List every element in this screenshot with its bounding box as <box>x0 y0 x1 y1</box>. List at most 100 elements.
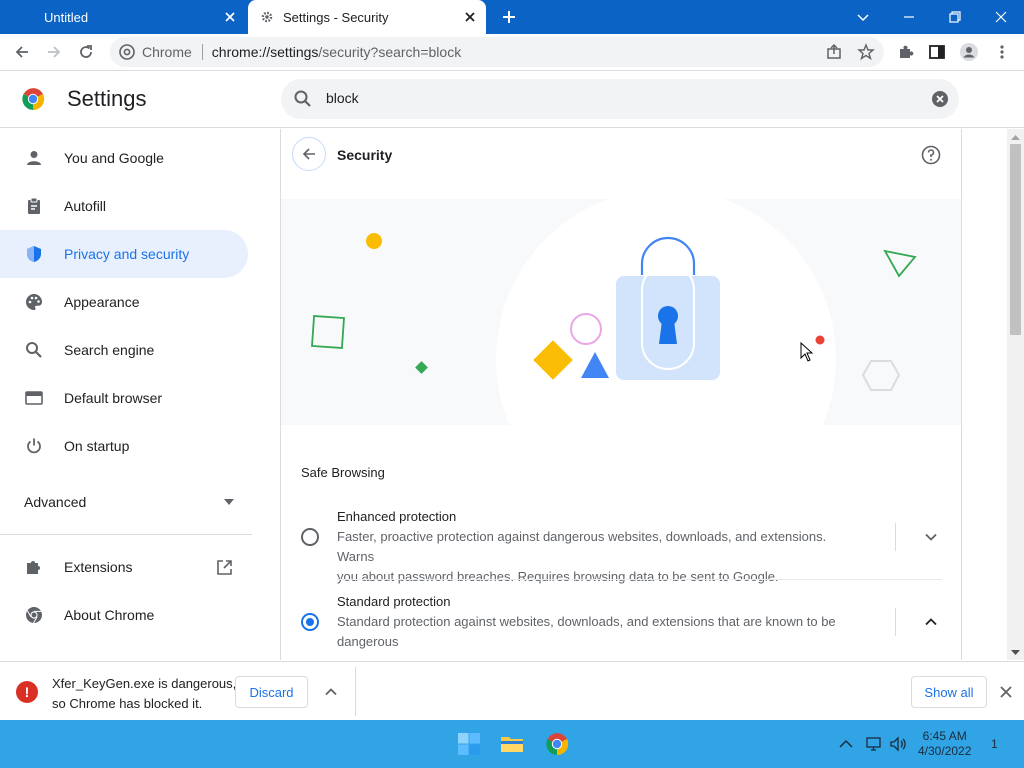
tab-settings-security[interactable]: Settings - Security <box>248 0 486 34</box>
sidebar-item-privacy-and-security[interactable]: Privacy and security <box>0 230 248 278</box>
network-icon[interactable] <box>864 734 884 754</box>
sidebar-item-extensions[interactable]: Extensions <box>0 543 248 591</box>
url-path: /security?search=block <box>318 44 462 60</box>
sidebar-advanced-toggle[interactable]: Advanced <box>24 494 234 510</box>
file-explorer-icon[interactable] <box>500 732 524 756</box>
url-text: chrome://settings/security?search=block <box>212 44 461 60</box>
chevron-up-icon[interactable] <box>836 734 856 754</box>
tab-search-icon[interactable] <box>852 6 874 28</box>
discard-button[interactable]: Discard <box>235 676 308 708</box>
start-menu-icon[interactable] <box>457 732 481 756</box>
clock-date: 4/30/2022 <box>918 744 972 758</box>
close-icon[interactable] <box>998 684 1014 700</box>
extensions-puzzle-icon[interactable] <box>896 42 916 62</box>
option-description-line: dangerous <box>337 634 399 649</box>
bookmark-star-icon[interactable] <box>856 42 876 62</box>
back-arrow-icon[interactable] <box>12 42 32 62</box>
scroll-thumb[interactable] <box>1010 144 1021 335</box>
option-description-line: Standard protection against websites, do… <box>337 614 836 629</box>
settings-search-input[interactable]: block <box>281 79 959 119</box>
site-label: Chrome <box>142 44 192 60</box>
shield-icon <box>24 244 44 264</box>
security-illustration <box>281 199 961 425</box>
caret-down-icon <box>224 499 234 505</box>
radio-enhanced-protection[interactable] <box>301 528 319 546</box>
volume-icon[interactable] <box>888 734 908 754</box>
chevron-down-icon[interactable] <box>922 528 940 546</box>
toolbar: Chrome chrome://settings/security?search… <box>0 34 1024 71</box>
tab-title: Settings - Security <box>283 9 389 25</box>
back-button[interactable] <box>292 137 326 171</box>
sidebar-item-label: Extensions <box>64 559 133 575</box>
side-panel-icon[interactable] <box>927 42 947 62</box>
chevron-up-icon[interactable] <box>323 684 339 700</box>
show-all-downloads-button[interactable]: Show all <box>911 676 987 708</box>
option-separator <box>895 523 896 551</box>
scroll-up-arrow-icon[interactable] <box>1011 133 1020 142</box>
radio-standard-protection[interactable] <box>301 613 319 631</box>
sidebar-item-search-engine[interactable]: Search engine <box>0 326 248 374</box>
advanced-label: Advanced <box>24 494 87 510</box>
sidebar-item-autofill[interactable]: Autofill <box>0 182 248 230</box>
search-value: block <box>326 90 359 106</box>
more-menu-icon[interactable] <box>992 42 1012 62</box>
download-warning-line: Xfer_KeyGen.exe is dangerous, <box>52 676 237 691</box>
new-tab-icon[interactable] <box>500 8 518 26</box>
settings-sidebar: You and Google Autofill Privacy and secu… <box>0 129 280 660</box>
open-in-new-icon <box>217 559 232 575</box>
chrome-taskbar-icon[interactable] <box>545 732 569 756</box>
scroll-down-arrow-icon[interactable] <box>1011 648 1020 657</box>
url-host: chrome://settings <box>211 44 319 60</box>
sidebar-item-label: Privacy and security <box>64 246 190 262</box>
close-window-icon[interactable] <box>990 6 1012 28</box>
mouse-cursor-icon <box>800 342 814 362</box>
minimize-icon[interactable] <box>898 6 920 28</box>
page-scrollbar[interactable] <box>1007 129 1024 660</box>
download-warning-line: so Chrome has blocked it. <box>52 696 203 711</box>
section-heading-safe-browsing: Safe Browsing <box>301 465 385 480</box>
restore-icon[interactable] <box>944 6 966 28</box>
tab-strip: Untitled Settings - Security <box>0 0 1024 34</box>
sidebar-item-about-chrome[interactable]: About Chrome <box>0 591 248 639</box>
tab-title: Untitled <box>44 9 89 25</box>
chrome-outline-icon <box>24 605 44 625</box>
power-icon <box>24 436 44 456</box>
sidebar-item-you-and-google[interactable]: You and Google <box>0 134 248 182</box>
sidebar-item-on-startup[interactable]: On startup <box>0 422 248 470</box>
address-bar[interactable]: Chrome chrome://settings/security?search… <box>110 37 884 67</box>
sidebar-item-label: About Chrome <box>64 607 155 623</box>
omnibox-separator <box>201 44 203 60</box>
tab-untitled[interactable]: Untitled <box>0 0 246 34</box>
browser-icon <box>24 388 44 408</box>
reload-icon[interactable] <box>76 42 96 62</box>
settings-header: Settings block <box>0 71 1024 128</box>
clear-search-icon[interactable] <box>931 90 949 108</box>
puzzle-icon <box>24 557 44 577</box>
chrome-logo-icon <box>22 88 45 111</box>
sidebar-item-label: You and Google <box>64 150 164 166</box>
share-icon[interactable] <box>824 42 844 62</box>
sidebar-divider <box>0 534 252 535</box>
close-tab-icon[interactable] <box>462 9 478 25</box>
download-shelf: ! Xfer_KeyGen.exe is dangerous, so Chrom… <box>0 661 1024 720</box>
download-shelf-separator <box>355 667 356 716</box>
clipboard-icon <box>24 196 44 216</box>
option-title: Enhanced protection <box>337 509 457 524</box>
system-clock[interactable]: 6:45 AM 4/30/2022 <box>918 729 971 759</box>
notification-count[interactable]: 1 <box>991 737 998 751</box>
sidebar-item-label: Default browser <box>64 390 163 406</box>
profile-avatar-icon[interactable] <box>959 42 979 62</box>
close-tab-icon[interactable] <box>222 9 238 25</box>
chevron-up-icon[interactable] <box>922 613 940 631</box>
sidebar-item-default-browser[interactable]: Default browser <box>0 374 248 422</box>
search-icon <box>294 90 311 107</box>
option-divider <box>337 579 942 580</box>
person-icon <box>24 148 44 168</box>
help-icon[interactable] <box>921 145 941 165</box>
option-description: Standard protection against websites, do… <box>337 612 857 652</box>
gear-icon <box>261 11 273 23</box>
option-title: Standard protection <box>337 594 451 609</box>
sidebar-item-appearance[interactable]: Appearance <box>0 278 248 326</box>
sidebar-item-label: Search engine <box>64 342 155 358</box>
forward-arrow-icon[interactable] <box>44 42 64 62</box>
